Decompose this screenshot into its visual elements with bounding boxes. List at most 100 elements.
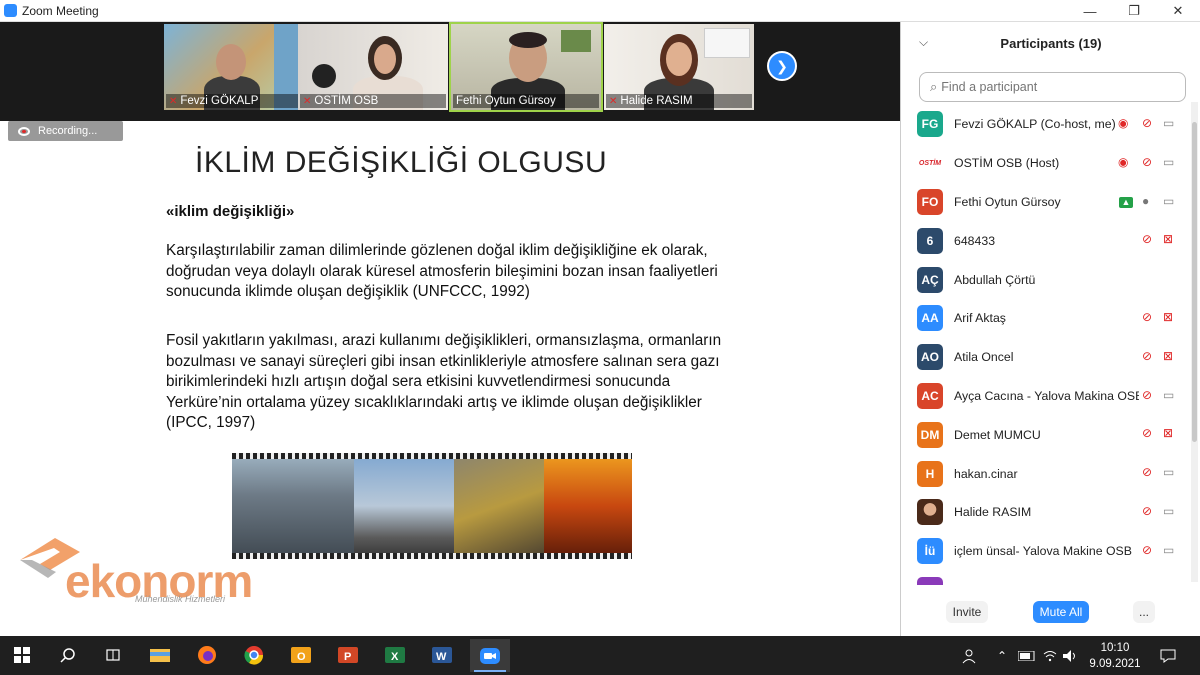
- avatar: FG: [917, 111, 943, 138]
- mic-off-icon[interactable]: ⊘: [1142, 543, 1152, 557]
- zoom-icon[interactable]: [470, 639, 510, 672]
- mic-off-icon[interactable]: ⊘: [1142, 465, 1152, 479]
- notifications-icon[interactable]: [1160, 636, 1176, 675]
- recording-icon: ◉: [1118, 116, 1129, 130]
- video-tile-2[interactable]: ✕ OSTİM OSB: [298, 24, 448, 110]
- participant-row[interactable]: FO Fethi Oytun Gürsoy ▲ ● ▭: [917, 183, 1187, 222]
- outlook-icon[interactable]: O: [288, 642, 314, 668]
- video-icon[interactable]: ▭: [1163, 543, 1174, 557]
- mic-off-icon[interactable]: ⊘: [1142, 116, 1152, 130]
- participant-row[interactable]: AÇ Abdullah Çörtü: [917, 260, 1187, 299]
- participant-name: Halide RASIM: [954, 505, 1032, 520]
- file-explorer-icon[interactable]: [147, 642, 173, 668]
- more-button[interactable]: ...: [1133, 601, 1155, 623]
- scrollbar[interactable]: [1191, 102, 1198, 582]
- avatar: İü: [917, 538, 943, 565]
- participant-row[interactable]: 6 648433 ⊘ ⊠: [917, 221, 1187, 260]
- system-clock[interactable]: 10:10 9.09.2021: [1085, 640, 1145, 672]
- chrome-icon[interactable]: [241, 642, 267, 668]
- slide-photo-strip: [232, 453, 632, 559]
- chevron-right-icon[interactable]: ❯: [767, 51, 797, 81]
- start-icon[interactable]: [9, 642, 35, 668]
- participant-search[interactable]: ⌕: [919, 72, 1186, 102]
- participant-list: FG Fevzi GÖKALP (Co-host, me) ◉ ⊘ ▭ OSTİM OSTİ…: [901, 105, 1191, 585]
- volume-icon[interactable]: [1063, 636, 1077, 675]
- video-tile-name: ✕ Fevzi GÖKALP: [166, 94, 312, 108]
- participant-row[interactable]: AC Ayça Cacına - Yalova Makina OSB ⊘ ▭: [917, 377, 1187, 416]
- participant-name: Atila Oncel: [954, 350, 1014, 365]
- video-icon[interactable]: ▭: [1163, 155, 1174, 169]
- task-view-icon[interactable]: [100, 642, 126, 668]
- word-icon[interactable]: W: [429, 642, 455, 668]
- video-off-icon[interactable]: ⊠: [1163, 310, 1173, 324]
- avatar: DM: [917, 421, 943, 448]
- video-gallery-strip: ✕ Fevzi GÖKALP ✕ OSTİM OSB Fethi Oytun Gür…: [0, 22, 900, 121]
- firefox-icon[interactable]: [194, 642, 220, 668]
- wifi-icon[interactable]: [1043, 636, 1057, 675]
- excel-icon[interactable]: X: [382, 642, 408, 668]
- recording-icon: ◉: [1118, 154, 1129, 169]
- video-icon[interactable]: ▭: [1163, 388, 1174, 402]
- participant-name: Fevzi GÖKALP (Co-host, me): [954, 117, 1116, 132]
- mic-off-icon[interactable]: ⊘: [1142, 155, 1152, 169]
- recording-indicator[interactable]: Recording...: [8, 121, 123, 141]
- video-off-icon[interactable]: ⊠: [1163, 232, 1173, 246]
- svg-text:P: P: [344, 651, 351, 663]
- people-icon[interactable]: [962, 636, 978, 675]
- mic-off-icon[interactable]: ⊘: [1142, 426, 1152, 440]
- zoom-app-icon: [4, 4, 17, 17]
- participant-row[interactable]: i il...⊘ ⊠: [917, 571, 1187, 585]
- avatar: AA: [917, 305, 943, 332]
- avatar: AC: [917, 382, 943, 409]
- search-icon: ⌕: [930, 79, 938, 94]
- participant-row[interactable]: DM Demet MUMCU ⊘ ⊠: [917, 415, 1187, 454]
- participant-row[interactable]: İü içlem ünsal- Yalova Makine OSB ⊘ ▭: [917, 532, 1187, 571]
- chevron-up-icon[interactable]: ⌃: [997, 636, 1007, 675]
- close-button[interactable]: ✕: [1156, 0, 1200, 22]
- minimize-button[interactable]: —: [1068, 0, 1112, 22]
- participant-row[interactable]: Halide RASIM ⊘ ▭: [917, 493, 1187, 532]
- video-tile-3[interactable]: Fethi Oytun Gürsoy: [449, 22, 603, 112]
- participant-name: Arif Aktaş: [954, 311, 1006, 326]
- avatar: i: [917, 576, 943, 585]
- slide-title: İKLİM DEĞİŞİKLİĞİ OLGUSU: [195, 146, 608, 179]
- battery-icon[interactable]: [1018, 636, 1036, 675]
- maximize-button[interactable]: ❐: [1112, 0, 1156, 22]
- mic-off-icon[interactable]: ⊘: [1142, 232, 1152, 246]
- search-input[interactable]: [941, 80, 1162, 94]
- video-off-icon[interactable]: ⊠: [1163, 349, 1173, 363]
- powerpoint-icon[interactable]: P: [335, 642, 361, 668]
- mic-off-icon[interactable]: ⊘: [1142, 388, 1152, 402]
- invite-button[interactable]: Invite: [946, 601, 988, 623]
- mic-off-icon[interactable]: ⊘: [1142, 310, 1152, 324]
- mic-off-icon[interactable]: ⊘: [1142, 582, 1152, 585]
- slide-paragraph-1: Karşılaştırılabilir zaman dilimlerinde g…: [166, 242, 718, 300]
- mic-icon[interactable]: ●: [1142, 194, 1149, 208]
- video-icon[interactable]: ▭: [1163, 116, 1174, 130]
- video-icon[interactable]: ▭: [1163, 194, 1174, 208]
- video-tile-1[interactable]: ✕ Fevzi GÖKALP: [164, 24, 314, 110]
- video-off-icon[interactable]: ⊠: [1163, 582, 1173, 585]
- participant-name: Demet MUMCU: [954, 427, 1041, 442]
- mic-off-icon[interactable]: ⊘: [1142, 504, 1152, 518]
- video-icon[interactable]: ▭: [1163, 465, 1174, 479]
- windows-taskbar: O P X W ⌃ 10:10 9.09.2021: [0, 636, 1200, 675]
- recording-icon: [18, 126, 30, 136]
- svg-text:W: W: [436, 651, 447, 663]
- mic-off-icon[interactable]: ⊘: [1142, 349, 1152, 363]
- participant-row[interactable]: Hhakan.cinar ⊘ ▭: [917, 454, 1187, 493]
- participant-row[interactable]: AO Atila Oncel ⊘ ⊠: [917, 338, 1187, 377]
- svg-text:X: X: [391, 651, 399, 663]
- participant-row[interactable]: FG Fevzi GÖKALP (Co-host, me) ◉ ⊘ ▭: [917, 105, 1187, 144]
- search-icon[interactable]: [55, 642, 81, 668]
- participant-row[interactable]: AA Arif Aktaş ⊘ ⊠: [917, 299, 1187, 338]
- participant-row[interactable]: OSTİM OSTİM OSB (Host) ◉ ⊘ ▭: [917, 144, 1187, 183]
- video-off-icon[interactable]: ⊠: [1163, 426, 1173, 440]
- window-title: Zoom Meeting: [22, 3, 99, 18]
- video-tile-4[interactable]: ✕ Halide RASIM: [604, 24, 754, 110]
- logo-subtext: Mühendislik Hizmetleri: [135, 594, 226, 604]
- participant-name: Ayça Cacına - Yalova Makina OSB: [954, 388, 1139, 403]
- share-screen-icon: ▲: [1119, 196, 1133, 208]
- video-icon[interactable]: ▭: [1163, 504, 1174, 518]
- mute-all-button[interactable]: Mute All: [1033, 601, 1089, 623]
